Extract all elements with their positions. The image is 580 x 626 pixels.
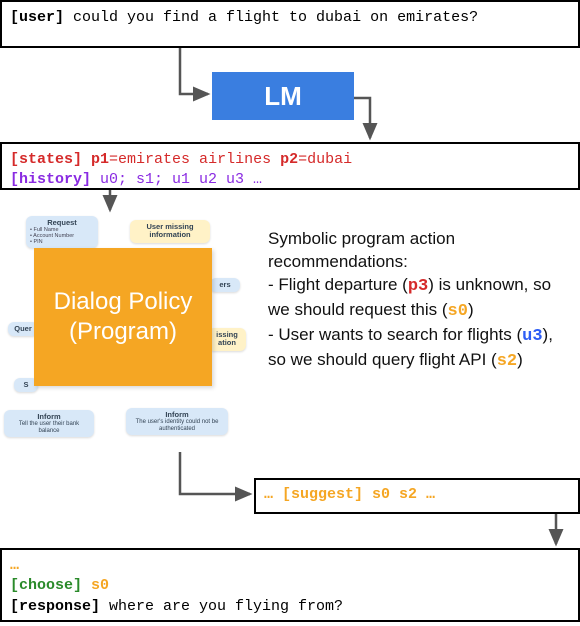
sym-s0: s0: [448, 302, 468, 321]
choose-line: [choose] s0: [10, 576, 570, 596]
response-text: where are you flying from?: [100, 598, 343, 615]
recommendations-text: Symbolic program action recommendations:…: [268, 228, 564, 374]
fc-inform-left: Inform Tell the user their bank balance: [4, 410, 94, 437]
history-text: u0; s1; u1 u2 u3 …: [91, 171, 262, 188]
dialog-policy-label: Dialog Policy (Program): [34, 287, 212, 347]
recs-heading: Symbolic program action recommendations:: [268, 228, 564, 274]
bottom-dots: …: [10, 556, 570, 576]
user-tag: [user]: [10, 9, 64, 26]
states-history-box: [states] p1=emirates airlines p2=dubai […: [0, 142, 580, 190]
p2-val: =dubai: [298, 151, 352, 168]
history-line: [history] u0; s1; u1 u2 u3 …: [10, 170, 570, 190]
response-box: … [choose] s0 [response] where are you f…: [0, 548, 580, 622]
states-tag: [states]: [10, 151, 82, 168]
p1-val: =emirates airlines: [109, 151, 280, 168]
sym-p3: p3: [408, 277, 428, 296]
recs-item-1: - Flight departure (p3) is unknown, so w…: [268, 274, 564, 324]
suggest-text: … [suggest] s0 s2 …: [264, 486, 435, 503]
sym-u3: u3: [522, 327, 542, 346]
response-line: [response] where are you flying from?: [10, 597, 570, 617]
response-tag: [response]: [10, 598, 100, 615]
choose-tag: [choose]: [10, 577, 82, 594]
suggest-box: … [suggest] s0 s2 …: [254, 478, 580, 514]
sym-s2: s2: [497, 352, 517, 371]
fc-inform-right: Inform The user's identity could not be …: [126, 408, 228, 435]
user-utterance-box: [user] could you find a flight to dubai …: [0, 0, 580, 48]
p2-key: p2: [280, 151, 298, 168]
fc-ers: ers: [210, 278, 240, 292]
fc-user-missing: User missing information: [130, 220, 210, 243]
choose-val: s0: [82, 577, 109, 594]
p1-key: p1: [91, 151, 109, 168]
lm-label: LM: [264, 81, 302, 112]
history-tag: [history]: [10, 171, 91, 188]
fc-missing: issing ation: [208, 328, 246, 351]
user-text: could you find a flight to dubai on emir…: [64, 9, 478, 26]
lm-block: LM: [212, 72, 354, 120]
fc-request: Request • Full Name • Account Number • P…: [26, 216, 98, 248]
dialog-policy-block: Dialog Policy (Program): [34, 248, 212, 386]
recs-item-2: - User wants to search for flights (u3),…: [268, 324, 564, 374]
states-line: [states] p1=emirates airlines p2=dubai: [10, 150, 570, 170]
